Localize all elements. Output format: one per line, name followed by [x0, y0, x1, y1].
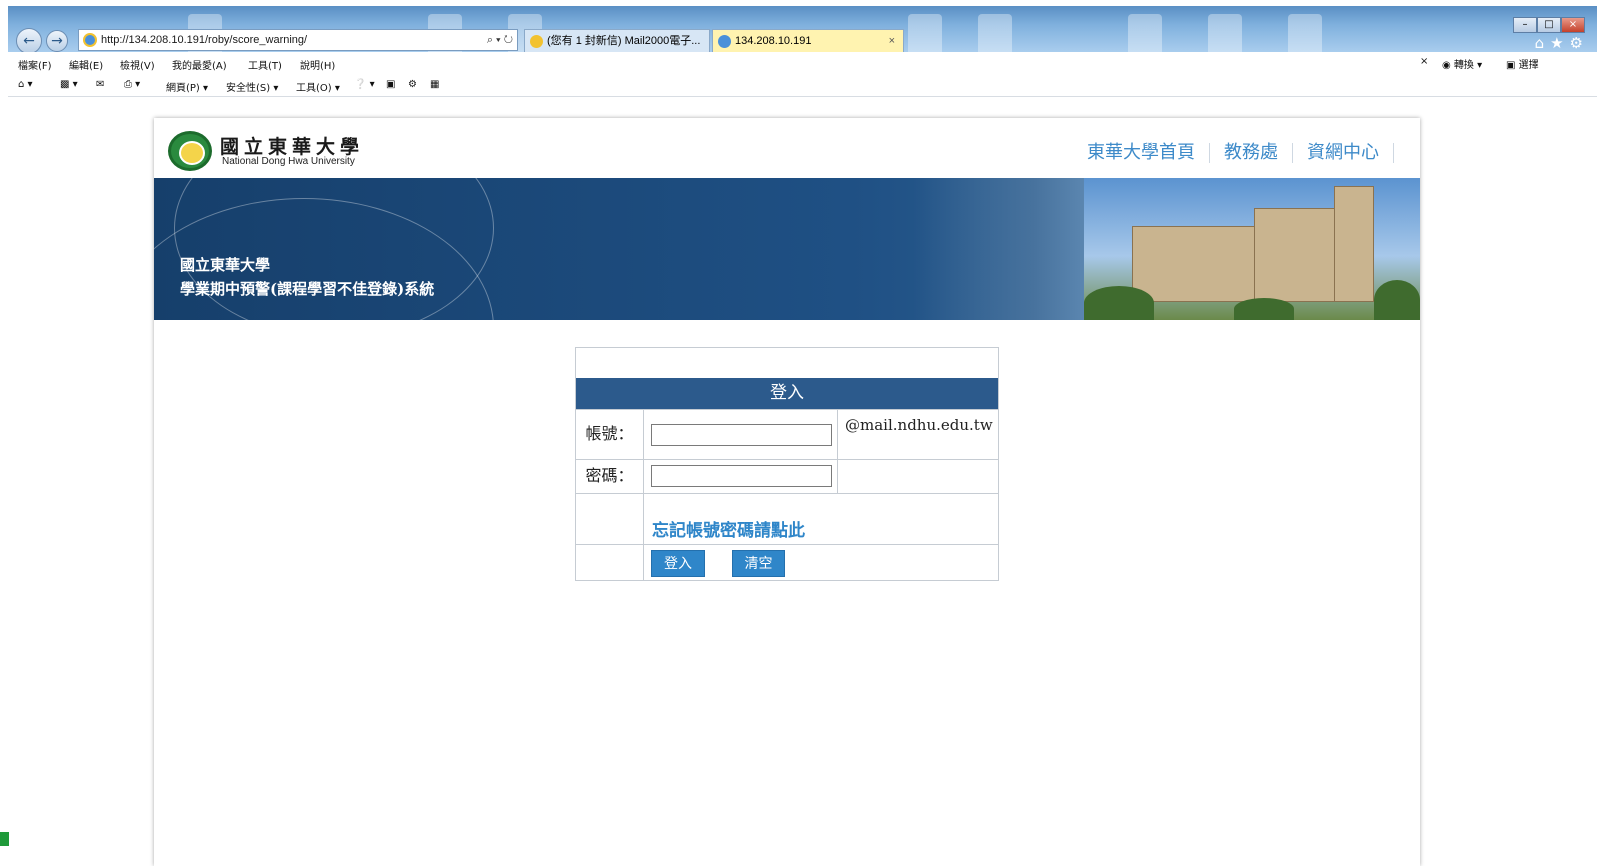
- safety-menu[interactable]: 安全性(S) ▾: [226, 79, 278, 94]
- minimize-button[interactable]: –: [1513, 17, 1537, 33]
- menu-favorites[interactable]: 我的最愛(A): [172, 57, 227, 72]
- tab-close-icon[interactable]: ×: [889, 30, 895, 52]
- page-menu[interactable]: 網頁(P) ▾: [166, 79, 208, 94]
- password-label: 密碼：: [576, 460, 644, 493]
- clear-button[interactable]: 清空: [732, 550, 785, 577]
- tab-active[interactable]: 134.208.10.191 ×: [712, 29, 904, 52]
- university-seal-logo[interactable]: [168, 131, 212, 171]
- address-url: http://134.208.10.191/roby/score_warning…: [101, 34, 308, 46]
- logo-english-name: National Dong Hwa University: [222, 156, 355, 167]
- mail-icon[interactable]: ✉: [96, 79, 104, 90]
- buttons-label-cell: [576, 545, 644, 581]
- taskbar-decoration: [1208, 14, 1242, 52]
- convert-label: 轉換: [1453, 60, 1474, 71]
- ie-tab-icon: [718, 35, 731, 48]
- buttons-row: 登入 清空: [576, 544, 998, 581]
- link-computer-center[interactable]: 資網中心: [1307, 142, 1379, 163]
- menu-edit[interactable]: 編輯(E): [69, 57, 103, 72]
- menu-bar: 檔案(F) 編輯(E) 檢視(V) 我的最愛(A) 工具(T) 說明(H) × …: [8, 53, 1597, 73]
- print-dropdown-icon[interactable]: ⎙ ▾: [124, 79, 140, 90]
- login-button[interactable]: 登入: [651, 550, 705, 577]
- taskbar-decoration: [1128, 14, 1162, 52]
- taskbar-edge-icon: [0, 832, 9, 846]
- forgot-label-cell: [576, 494, 644, 544]
- forgot-row: 忘記帳號密碼請點此: [576, 493, 998, 544]
- address-tools-icon[interactable]: ⌕ ▾ ↻: [487, 30, 513, 50]
- browser-right-icons: ⌂★⚙: [1535, 34, 1589, 52]
- link-divider: [1393, 143, 1394, 163]
- settings-icon[interactable]: ⚙: [408, 79, 417, 90]
- campus-building: [1132, 226, 1262, 302]
- account-input[interactable]: [651, 424, 832, 446]
- password-input[interactable]: [651, 465, 832, 487]
- tab-mail[interactable]: (您有 1 封新信) Mail2000電子...: [524, 29, 710, 52]
- mail-tab-icon: [530, 35, 543, 48]
- link-ndhu-home[interactable]: 東華大學首頁: [1087, 142, 1195, 163]
- close-window-button[interactable]: ×: [1561, 17, 1585, 33]
- banner-system-title: 學業期中預警(課程學習不佳登錄)系統: [180, 280, 435, 298]
- feeds-dropdown-icon[interactable]: ▩ ▾: [60, 79, 78, 90]
- header-links: 東華大學首頁 教務處 資網中心: [1087, 138, 1408, 164]
- onenote-icon[interactable]: ▣: [386, 79, 395, 90]
- taskbar-decoration: [908, 14, 942, 52]
- select-label: 選擇: [1518, 60, 1539, 71]
- password-suffix-cell: [837, 460, 998, 493]
- menu-view[interactable]: 檢視(V): [120, 57, 155, 72]
- command-bar: ⌂ ▾ ▩ ▾ ✉ ⎙ ▾ 網頁(P) ▾ 安全性(S) ▾ 工具(O) ▾ ❔…: [8, 73, 1597, 97]
- menu-close-icon[interactable]: ×: [1420, 56, 1428, 67]
- forward-button[interactable]: →: [46, 30, 68, 52]
- gear-icon[interactable]: ⚙: [1570, 34, 1589, 52]
- favorites-star-icon[interactable]: ★: [1550, 34, 1569, 52]
- window-controls: – □ ×: [1513, 12, 1593, 33]
- account-row: 帳號： @mail.ndhu.edu.tw: [576, 409, 998, 459]
- ie-page-icon: [83, 33, 97, 47]
- banner-glass-building: [914, 178, 1084, 320]
- home-dropdown-icon[interactable]: ⌂ ▾: [18, 79, 33, 90]
- banner-trees: [1374, 280, 1420, 320]
- tools-menu[interactable]: 工具(O) ▾: [296, 79, 340, 94]
- password-row: 密碼：: [576, 459, 998, 493]
- link-divider: [1209, 143, 1210, 163]
- tab-label: (您有 1 封新信) Mail2000電子...: [547, 35, 701, 47]
- login-title: 登入: [576, 378, 998, 409]
- login-form: 登入 帳號： @mail.ndhu.edu.tw 密碼： 忘記帳號密碼請點此 登…: [575, 347, 999, 581]
- login-spacer: [576, 348, 998, 378]
- menu-file[interactable]: 檔案(F): [18, 57, 52, 72]
- help-dropdown-icon[interactable]: ❔ ▾: [354, 79, 375, 90]
- account-label: 帳號：: [576, 410, 644, 459]
- banner-campus-photo: [1084, 178, 1420, 320]
- link-academic-affairs[interactable]: 教務處: [1224, 142, 1278, 163]
- browser-titlebar: ← → http://134.208.10.191/roby/score_war…: [8, 6, 1597, 52]
- email-domain-suffix: @mail.ndhu.edu.tw: [837, 410, 998, 459]
- taskbar-decoration: [978, 14, 1012, 52]
- link-divider: [1292, 143, 1293, 163]
- taskbar-decoration: [1288, 14, 1322, 52]
- logo-chinese-name: 國立東華大學: [220, 136, 365, 158]
- home-icon[interactable]: ⌂: [1535, 34, 1551, 52]
- convert-button[interactable]: ◉ 轉換 ▾: [1442, 56, 1482, 71]
- select-button[interactable]: ▣ 選擇: [1506, 56, 1539, 71]
- banner-trees: [1084, 286, 1154, 320]
- research-icon[interactable]: ▦: [430, 79, 439, 90]
- back-button[interactable]: ←: [16, 28, 42, 52]
- web-page: 國立東華大學 National Dong Hwa University 東華大學…: [154, 118, 1420, 866]
- maximize-button[interactable]: □: [1537, 17, 1561, 33]
- campus-tower: [1334, 186, 1374, 302]
- menu-tools[interactable]: 工具(T): [248, 57, 282, 72]
- system-banner: 國立東華大學 學業期中預警(課程學習不佳登錄)系統: [154, 178, 1420, 320]
- forgot-password-link[interactable]: 忘記帳號密碼請點此: [652, 516, 805, 541]
- site-header: 國立東華大學 National Dong Hwa University 東華大學…: [154, 118, 1420, 178]
- banner-university-name: 國立東華大學: [180, 256, 271, 274]
- address-bar[interactable]: http://134.208.10.191/roby/score_warning…: [78, 29, 518, 51]
- tab-label: 134.208.10.191: [735, 35, 812, 47]
- menu-help[interactable]: 說明(H): [300, 57, 335, 72]
- banner-trees: [1234, 298, 1294, 320]
